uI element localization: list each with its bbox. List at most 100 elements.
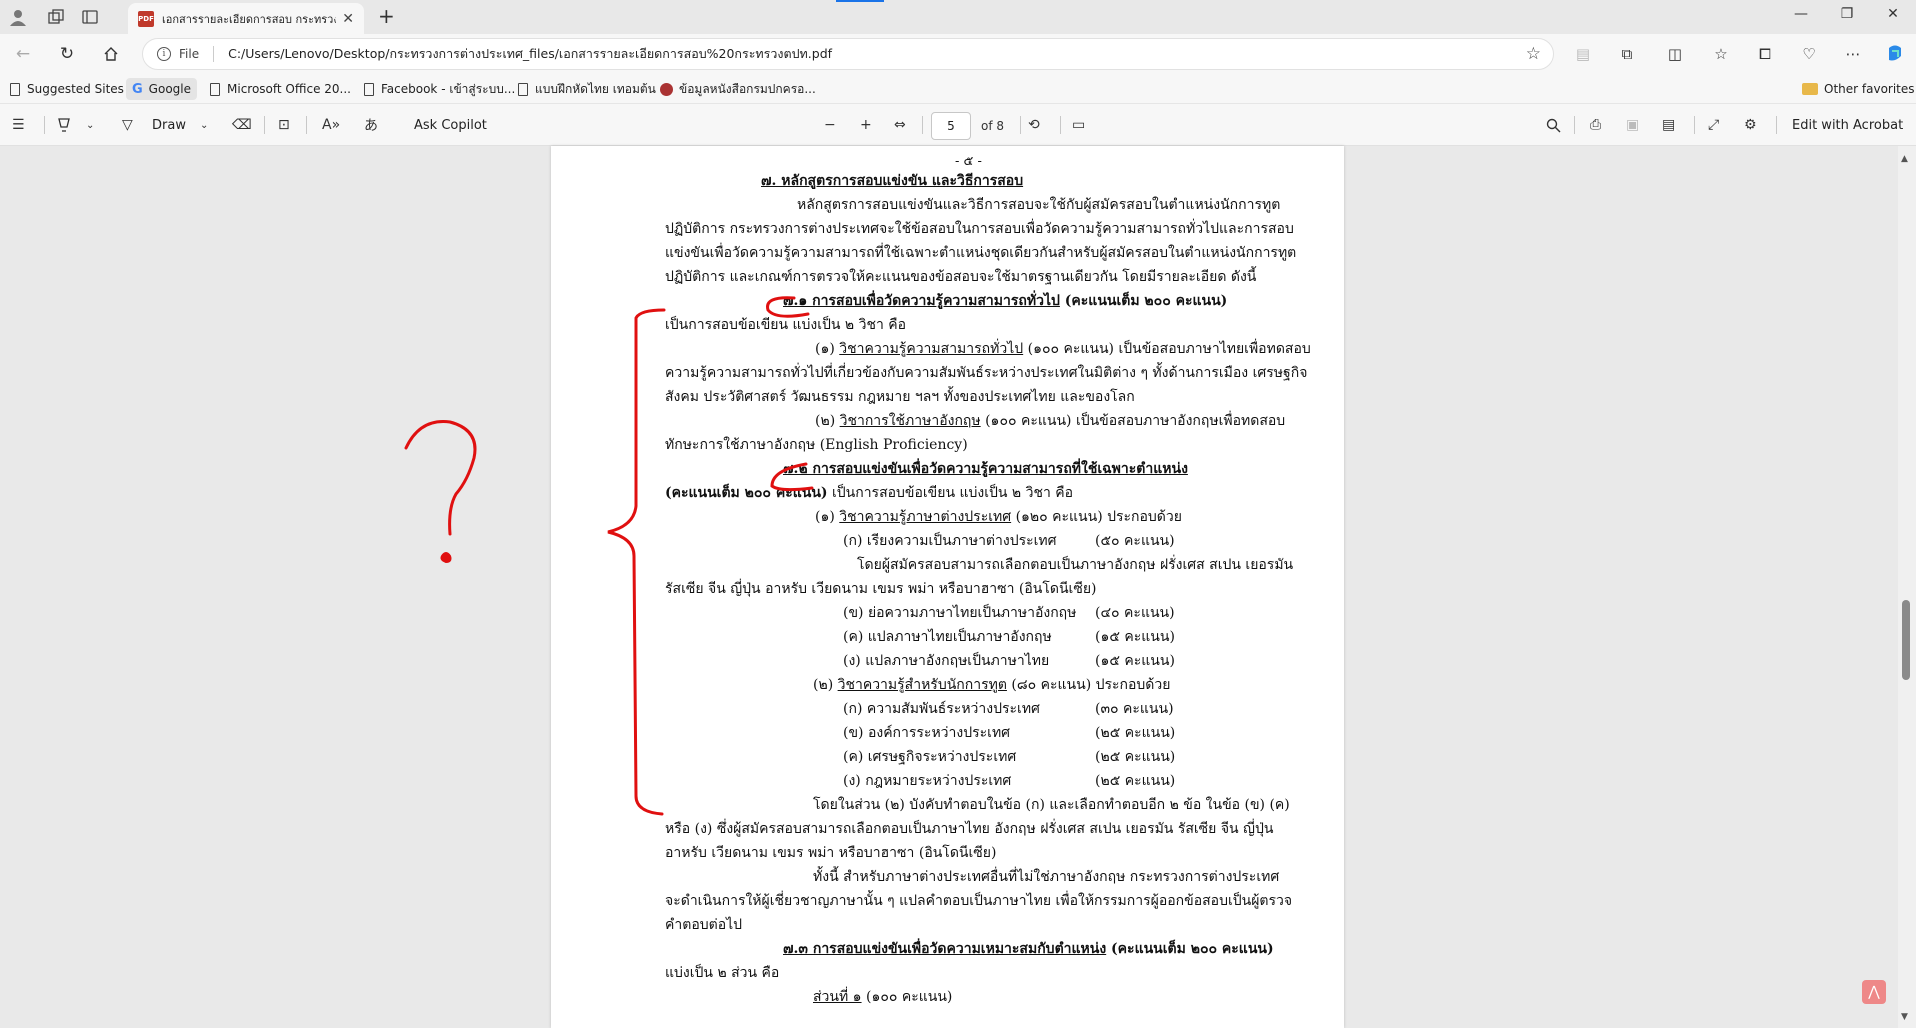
- item-line: (ข) องค์การระหว่างประเทศ: [843, 725, 1011, 741]
- ink-question-mark: [404, 420, 477, 536]
- vertical-tabs-icon[interactable]: [78, 5, 102, 29]
- tab-indicator: [836, 0, 884, 2]
- other-favorites-folder[interactable]: Other favorites: [1796, 78, 1916, 100]
- body-line: สังคม ประวัติศาสตร์ วัฒนธรรม กฎหมาย ฯลฯ …: [665, 389, 1135, 405]
- fullscreen-icon[interactable]: ⤢: [1708, 114, 1719, 136]
- toolbar-divider: [1776, 116, 1777, 134]
- body-line: ทั้งนี้ สำหรับภาษาต่างประเทศอื่นที่ไม่ใช…: [813, 869, 1280, 885]
- info-icon[interactable]: i: [157, 47, 171, 61]
- pdf-file-icon: PDF: [138, 10, 154, 27]
- close-tab-icon[interactable]: ✕: [342, 11, 354, 27]
- search-icon[interactable]: [1546, 114, 1561, 136]
- translate-icon[interactable]: あ: [364, 114, 378, 136]
- page-count: of 8: [981, 119, 1005, 133]
- favorite-microsoft-office[interactable]: Microsoft Office 20...: [204, 78, 357, 100]
- new-tab-icon[interactable]: +: [378, 4, 395, 28]
- active-tab[interactable]: PDF เอกสารรายละเอียดการสอบ กระทรวงต่างปร…: [128, 3, 364, 34]
- pdf-settings-icon[interactable]: ⚙: [1744, 114, 1757, 136]
- draw-icon[interactable]: ▽: [122, 114, 133, 136]
- zoom-in-icon[interactable]: +: [860, 114, 872, 136]
- favorite-dopa-books[interactable]: ข้อมูลหนังสือกรมปกครอ...: [654, 78, 822, 100]
- draw-dropdown-icon[interactable]: ⌄: [200, 114, 208, 136]
- workspaces-icon[interactable]: [44, 5, 68, 29]
- save-icon[interactable]: ▣: [1626, 114, 1639, 136]
- folder-icon: [1802, 83, 1818, 95]
- refresh-icon[interactable]: ↻: [54, 42, 80, 66]
- collections-icon[interactable]: ⧠: [1752, 42, 1778, 66]
- favorite-thai-exercises[interactable]: แบบฝึกหัดไทย เทอมต้น: [512, 78, 662, 100]
- contents-list-icon[interactable]: ☰: [12, 114, 25, 136]
- body-line: ทักษะการใช้ภาษาอังกฤษ (English Proficien…: [665, 437, 968, 453]
- favorites-icon[interactable]: ☆: [1708, 42, 1734, 66]
- copilot-icon[interactable]: [1882, 42, 1908, 66]
- body-line: (คะแนนเต็ม ๒๐๐ คะแนน) เป็นการสอบข้อเขียน…: [665, 485, 1074, 501]
- home-icon[interactable]: [98, 42, 124, 66]
- favorites-bar: Suggested Sites G Google Microsoft Office…: [0, 74, 1916, 104]
- extensions-icon[interactable]: ⧉: [1614, 42, 1640, 66]
- body-line: หลักสูตรการสอบแข่งขันและวิธีการสอบจะใช้ก…: [797, 197, 1281, 213]
- favorite-suggested-sites[interactable]: Suggested Sites: [4, 78, 130, 100]
- site-icon: [660, 82, 673, 96]
- page-icon: [518, 82, 528, 96]
- read-aloud-icon[interactable]: A»: [322, 114, 340, 136]
- favorite-star-icon[interactable]: ☆: [1526, 44, 1541, 64]
- minimize-icon[interactable]: —: [1786, 6, 1816, 22]
- favorite-google[interactable]: G Google: [126, 78, 197, 100]
- body-line: ความรู้ความสามารถทั่วไปที่เกี่ยวข้องกับค…: [665, 365, 1308, 381]
- close-window-icon[interactable]: ✕: [1878, 6, 1908, 22]
- part-1-line: ส่วนที่ ๑ (๑๐๐ คะแนน): [813, 989, 953, 1005]
- item-line: (ก) เรียงความเป็นภาษาต่างประเทศ: [843, 533, 1057, 549]
- scrollbar-thumb[interactable]: [1902, 600, 1910, 680]
- toolbar-divider: [922, 116, 923, 134]
- body-line: โดยในส่วน (๒) บังคับทำตอบในข้อ (ก) และเล…: [813, 797, 1290, 813]
- url-text[interactable]: C:/Users/Lenovo/Desktop/กระทรวงการต่างปร…: [228, 44, 832, 64]
- edit-with-acrobat-button[interactable]: Edit with Acrobat: [1792, 114, 1903, 136]
- scrollbar[interactable]: [1898, 146, 1916, 1028]
- print-icon[interactable]: ⎙: [1590, 114, 1601, 136]
- highlight-dropdown-icon[interactable]: ⌄: [86, 114, 94, 136]
- item-score: (๔๐ คะแนน): [1095, 605, 1175, 621]
- restore-icon[interactable]: ❐: [1832, 6, 1862, 22]
- toolbar-divider: [306, 116, 307, 134]
- split-screen-icon[interactable]: ◫: [1662, 42, 1688, 66]
- google-icon: G: [132, 81, 143, 97]
- item-score: (๑๕ คะแนน): [1095, 629, 1175, 645]
- section-7-3-heading: ๗.๓ การสอบแข่งขันเพื่อวัดความเหมาะสมกับต…: [783, 941, 1274, 957]
- tab-strip: PDF เอกสารรายละเอียดการสอบ กระทรวงต่างปร…: [0, 0, 1916, 34]
- item-score: (๓๐ คะแนน): [1095, 701, 1174, 717]
- reading-view-icon[interactable]: ▤: [1570, 42, 1596, 66]
- favorite-facebook[interactable]: Facebook - เข้าสู่ระบบ...: [358, 78, 521, 100]
- address-divider: [213, 46, 215, 62]
- body-line: รัสเซีย จีน ญี่ปุ่น อาหรับ เวียดนาม เขมร…: [665, 581, 1097, 597]
- page-view-icon[interactable]: ▭: [1072, 114, 1085, 136]
- toolbar-divider: [44, 116, 45, 134]
- eraser-icon[interactable]: ⌫: [232, 114, 252, 136]
- address-bar[interactable]: i File C:/Users/Lenovo/Desktop/กระทรวงกา…: [142, 38, 1554, 70]
- rotate-icon[interactable]: ⟲: [1028, 114, 1040, 136]
- body-line: โดยผู้สมัครสอบสามารถเลือกตอบเป็นภาษาอังก…: [857, 557, 1294, 573]
- draw-button[interactable]: Draw: [152, 114, 186, 136]
- ask-copilot-button[interactable]: Ask Copilot: [414, 114, 487, 136]
- back-icon[interactable]: ←: [10, 42, 36, 66]
- settings-more-icon[interactable]: ⋯: [1840, 42, 1866, 66]
- pdf-toolbar: ☰ ⌄ ▽ Draw ⌄ ⌫ ⊡ A» あ Ask Copilot − + ⇔ …: [0, 104, 1916, 146]
- profile-icon[interactable]: [6, 5, 30, 29]
- page-number-text: - ๕ -: [955, 154, 982, 169]
- add-text-icon[interactable]: ⊡: [278, 114, 290, 136]
- acrobat-icon[interactable]: ⋀: [1862, 980, 1886, 1004]
- body-line: แข่งขันเพื่อวัดความรู้ความสามารถที่ใช้เฉ…: [665, 245, 1297, 261]
- browser-essentials-icon[interactable]: ♡: [1796, 42, 1822, 66]
- highlight-icon[interactable]: [56, 114, 72, 136]
- scroll-up-icon[interactable]: ▲: [1901, 154, 1908, 164]
- pdf-page: - ๕ - ๗. หลักสูตรการสอบแข่งขัน และวิธีกา…: [551, 146, 1344, 1028]
- body-line: ปฏิบัติการ กระทรวงการต่างประเทศจะใช้ข้อส…: [665, 221, 1294, 237]
- zoom-out-icon[interactable]: −: [824, 114, 836, 136]
- body-line: จะดำเนินการให้ผู้เชี่ยวชาญภาษานั้น ๆ แปล…: [665, 893, 1293, 909]
- scroll-down-icon[interactable]: ▼: [1901, 1012, 1908, 1022]
- page-number-input[interactable]: 5: [931, 112, 971, 140]
- tab-title: เอกสารรายละเอียดการสอบ กระทรวงต่างประเทศ: [162, 12, 337, 26]
- fit-page-icon[interactable]: ⇔: [894, 114, 906, 136]
- ink-question-dot: [440, 552, 452, 564]
- document-viewport: - ๕ - ๗. หลักสูตรการสอบแข่งขัน และวิธีกา…: [0, 146, 1916, 1028]
- save-as-icon[interactable]: ▤: [1662, 114, 1675, 136]
